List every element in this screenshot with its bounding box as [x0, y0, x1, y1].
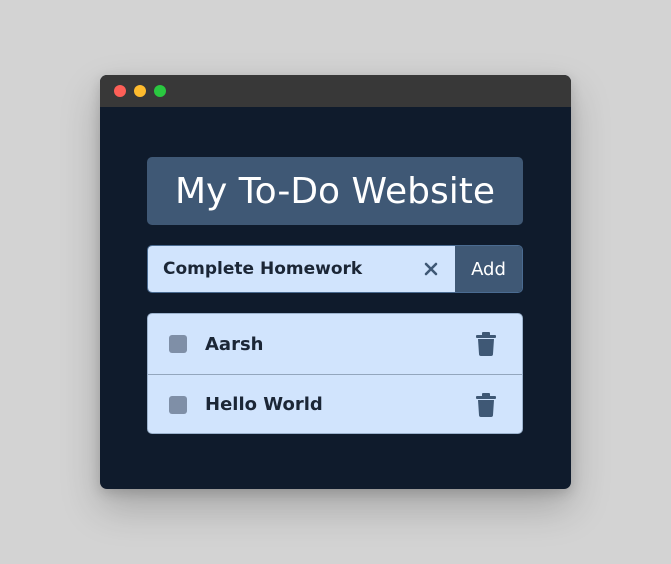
todo-label: Aarsh [205, 333, 264, 355]
clear-icon[interactable] [421, 259, 441, 279]
todo-item: Hello World [148, 374, 522, 433]
close-window-button[interactable] [114, 85, 126, 97]
app-window: My To-Do Website Add Aarsh [100, 75, 571, 489]
todo-checkbox[interactable] [169, 395, 187, 414]
trash-icon[interactable] [475, 332, 497, 356]
todo-checkbox[interactable] [169, 335, 187, 353]
maximize-window-button[interactable] [154, 85, 166, 97]
add-todo-form: Add [147, 245, 523, 293]
minimize-window-button[interactable] [134, 85, 146, 97]
todo-label: Hello World [205, 394, 323, 415]
app-content: My To-Do Website Add Aarsh [100, 107, 571, 489]
trash-icon[interactable] [475, 392, 497, 417]
todo-item: Aarsh [148, 314, 522, 374]
window-titlebar [100, 75, 571, 107]
todo-list: Aarsh Hello World [147, 313, 523, 434]
add-button[interactable]: Add [455, 246, 522, 292]
todo-input-wrapper [148, 246, 455, 292]
todo-input[interactable] [148, 246, 455, 292]
page-title: My To-Do Website [174, 170, 496, 212]
header: My To-Do Website [147, 157, 523, 225]
